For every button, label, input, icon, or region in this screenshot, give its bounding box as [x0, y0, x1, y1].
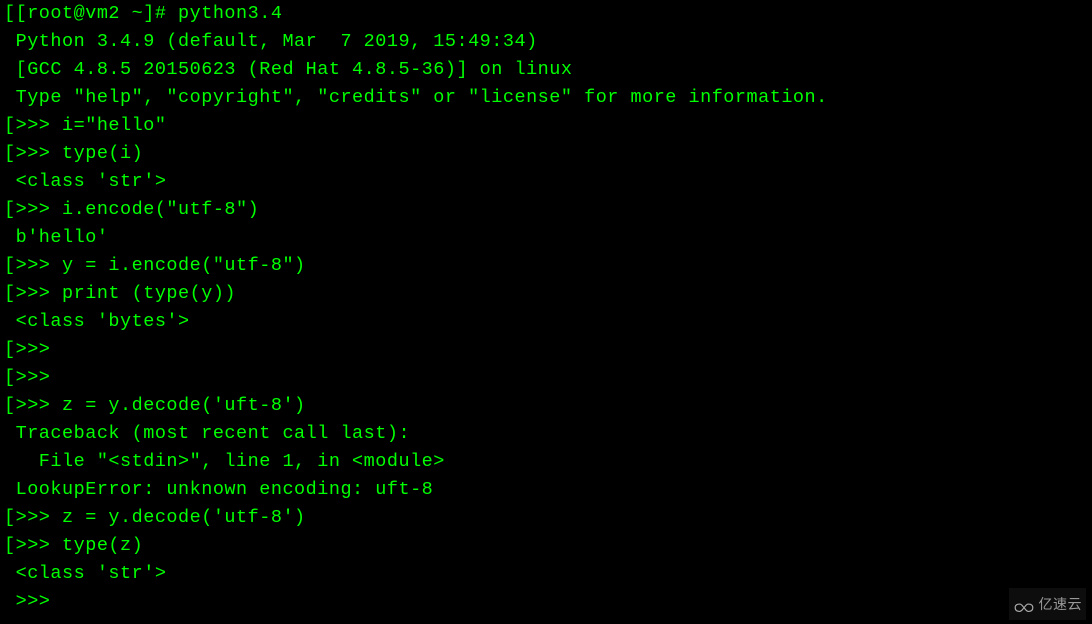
terminal-line: [>>> y = i.encode("utf-8")	[4, 252, 1088, 280]
terminal-line: b'hello'	[4, 224, 1088, 252]
terminal-output[interactable]: [[root@vm2 ~]# python3.4 Python 3.4.9 (d…	[0, 0, 1092, 616]
terminal-line: <class 'str'>	[4, 168, 1088, 196]
terminal-line: >>>	[4, 588, 1088, 616]
terminal-line: Type "help", "copyright", "credits" or "…	[4, 84, 1088, 112]
terminal-line: [>>>	[4, 364, 1088, 392]
terminal-line: [>>> type(i)	[4, 140, 1088, 168]
terminal-line: Python 3.4.9 (default, Mar 7 2019, 15:49…	[4, 28, 1088, 56]
cloud-infinity-icon	[1013, 596, 1035, 612]
terminal-line: [>>> z = y.decode('uft-8')	[4, 392, 1088, 420]
terminal-line: [GCC 4.8.5 20150623 (Red Hat 4.8.5-36)] …	[4, 56, 1088, 84]
watermark-text: 亿速云	[1039, 590, 1083, 618]
watermark: 亿速云	[1009, 588, 1087, 620]
terminal-line: [>>> z = y.decode('utf-8')	[4, 504, 1088, 532]
terminal-line: <class 'bytes'>	[4, 308, 1088, 336]
terminal-line: [>>>	[4, 336, 1088, 364]
terminal-line: File "<stdin>", line 1, in <module>	[4, 448, 1088, 476]
terminal-line: [>>> i="hello"	[4, 112, 1088, 140]
terminal-line: [[root@vm2 ~]# python3.4	[4, 0, 1088, 28]
terminal-line: <class 'str'>	[4, 560, 1088, 588]
terminal-line: Traceback (most recent call last):	[4, 420, 1088, 448]
terminal-line: [>>> print (type(y))	[4, 280, 1088, 308]
terminal-line: LookupError: unknown encoding: uft-8	[4, 476, 1088, 504]
terminal-line: [>>> type(z)	[4, 532, 1088, 560]
terminal-line: [>>> i.encode("utf-8")	[4, 196, 1088, 224]
